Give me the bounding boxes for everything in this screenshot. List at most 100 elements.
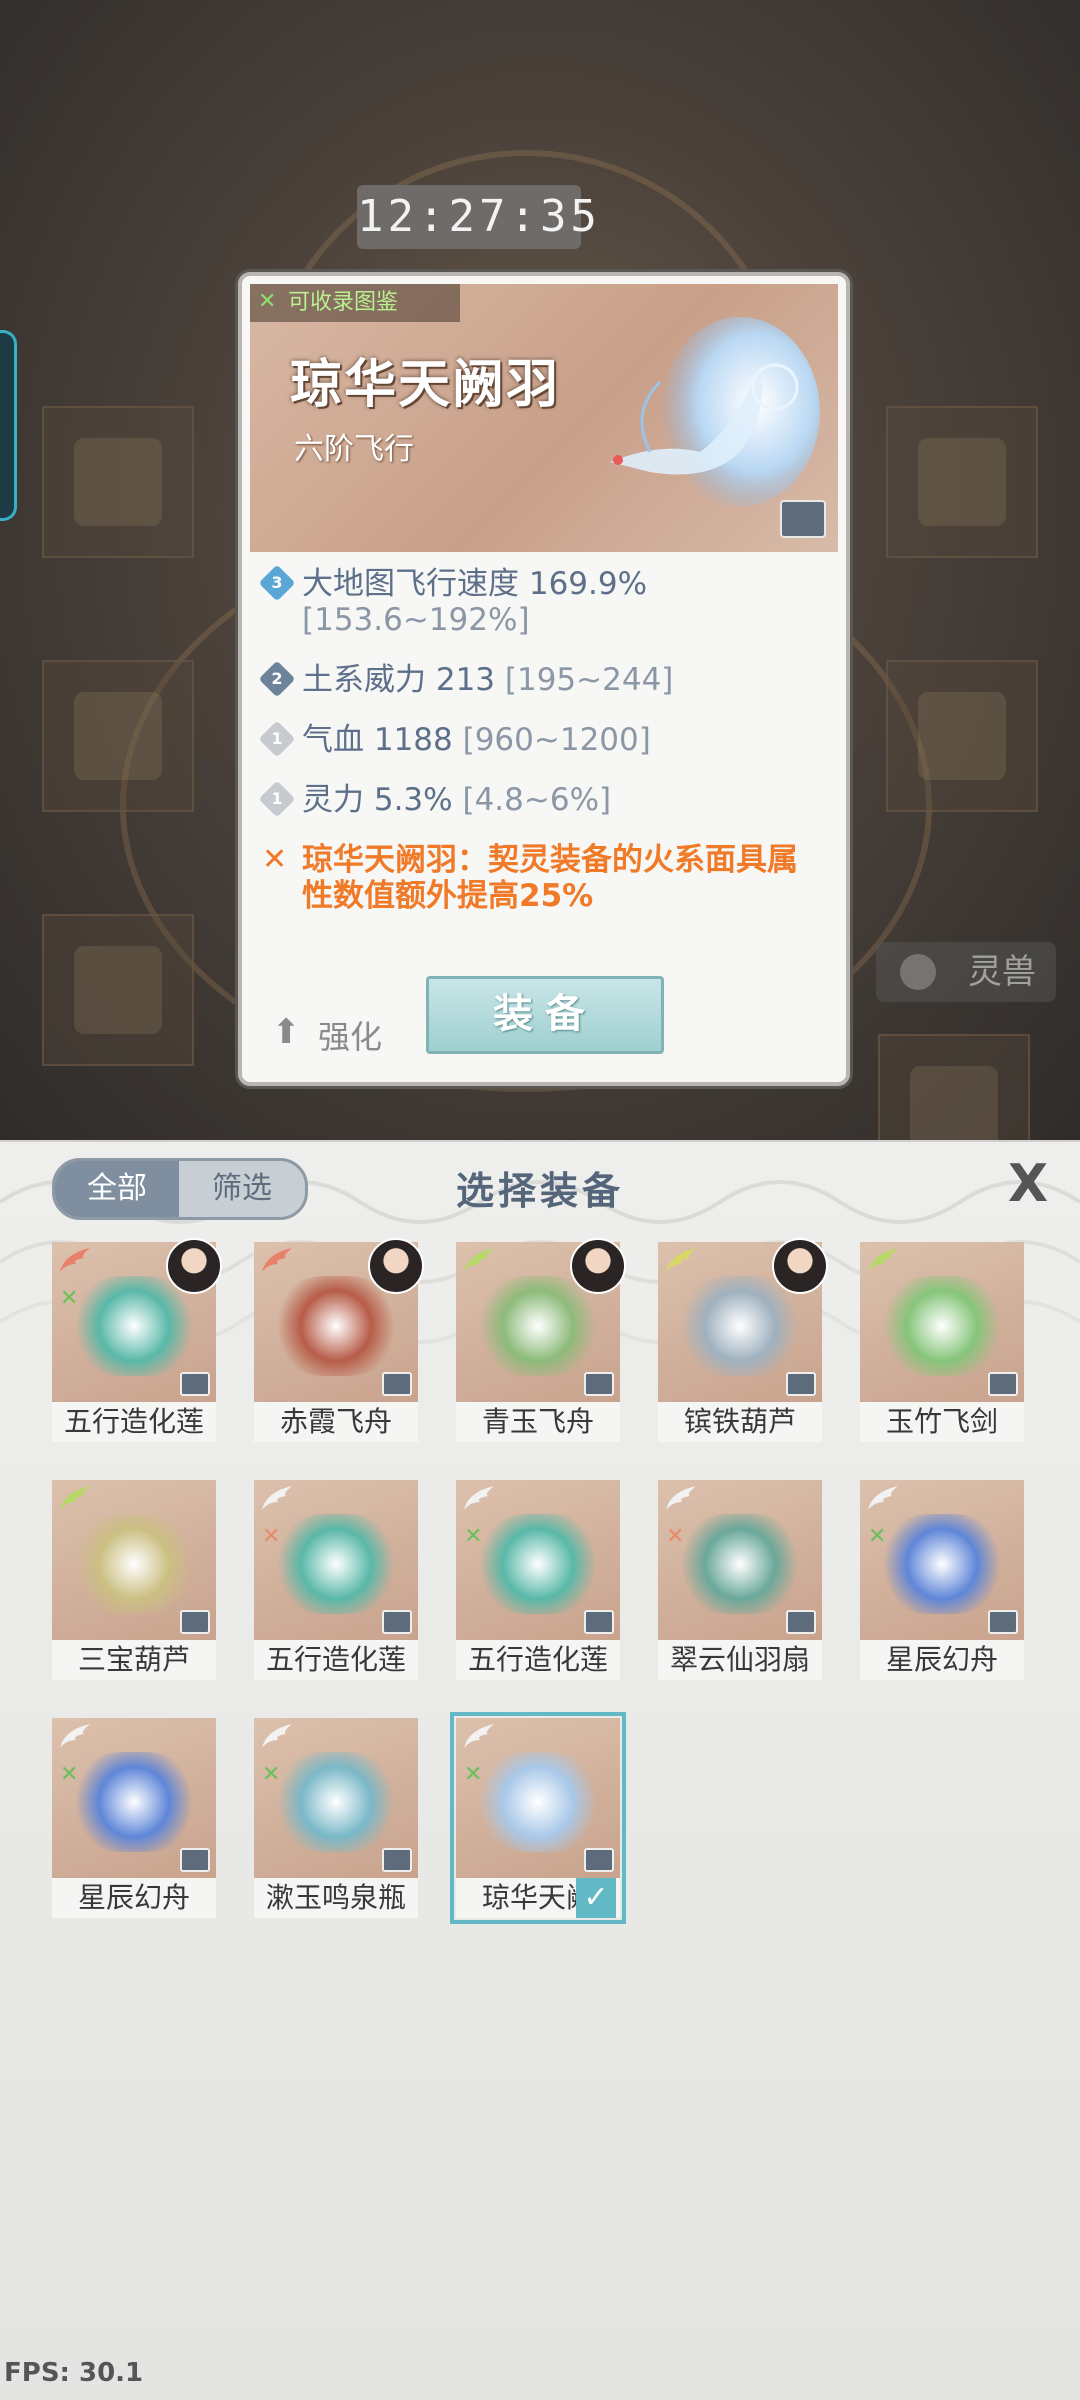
equipment-slot[interactable]: ✕ 五行造化莲 <box>52 1238 222 1442</box>
equipment-name: 五行造化莲 <box>254 1640 418 1680</box>
equipment-slot[interactable]: 玉竹飞剑 <box>860 1242 1024 1442</box>
character-avatar <box>772 1238 828 1294</box>
collect-mark-icon: ✕ <box>60 1762 79 1787</box>
wing-quality-icon <box>262 1724 292 1748</box>
equipment-name: 三宝葫芦 <box>52 1640 216 1680</box>
storage-chest-icon <box>180 1848 210 1872</box>
wing-quality-icon <box>262 1486 292 1510</box>
collect-mark-icon: ✕ <box>262 1762 281 1787</box>
equipment-slot[interactable]: ✕ 五行造化莲 <box>254 1480 418 1680</box>
side-tab[interactable] <box>0 330 17 521</box>
equipment-item-icon <box>276 1514 396 1614</box>
phoenix-feather-icon <box>610 317 820 507</box>
equipment-slot[interactable]: 镔铁葫芦 <box>658 1238 828 1442</box>
collect-mark-icon: ✕ <box>262 1524 281 1549</box>
collectible-tag: ✕ 可收录图鉴 <box>250 284 460 322</box>
equipment-slot[interactable]: ✕ 翠云仙羽扇 <box>658 1480 822 1680</box>
storage-chest-icon <box>180 1610 210 1634</box>
equipment-name: 镔铁葫芦 <box>658 1402 822 1442</box>
wing-quality-icon <box>868 1486 898 1510</box>
equipment-slot[interactable]: ✕ 五行造化莲 <box>456 1480 620 1680</box>
equipment-slot[interactable]: 赤霞飞舟 <box>254 1238 424 1442</box>
equipment-name: 玉竹飞剑 <box>860 1402 1024 1442</box>
storage-chest-icon <box>786 1372 816 1396</box>
equipment-item-icon <box>882 1514 1002 1614</box>
equipment-select-panel: 全部 筛选 选择装备 X ✕ 五行造化莲 赤霞飞舟 青玉飞舟 镔铁葫芦 玉竹飞剑 三宝葫芦 ✕… <box>0 1140 1080 2400</box>
equipment-slot[interactable]: 三宝葫芦 <box>52 1480 216 1680</box>
fps-counter: FPS: 30.1 <box>4 2358 144 2388</box>
equipment-slot[interactable]: ✕ 星辰幻舟 <box>860 1480 1024 1680</box>
character-avatar <box>368 1238 424 1294</box>
equipment-name: 漱玉鸣泉瓶 <box>254 1878 418 1918</box>
background-equip-slot <box>886 660 1038 812</box>
equipment-art: ✕ <box>456 1718 620 1878</box>
equip-button[interactable]: 装备 <box>426 976 664 1054</box>
paw-icon <box>900 954 936 990</box>
equipment-slot[interactable]: ✕ 星辰幻舟 <box>52 1718 216 1918</box>
equipment-name: 五行造化莲 <box>456 1640 620 1680</box>
background-equip-slot <box>42 660 194 812</box>
collect-mark-icon: ✕ <box>60 1286 79 1311</box>
wing-quality-icon <box>464 1724 494 1748</box>
stat-level-badge: 2 <box>258 660 296 698</box>
check-icon: ✓ <box>576 1878 616 1918</box>
wing-quality-icon <box>60 1486 90 1510</box>
equipment-art: ✕ <box>456 1480 620 1640</box>
collect-mark-icon: ✕ <box>464 1524 483 1549</box>
background-equip-slot <box>42 914 194 1066</box>
equipment-item-icon <box>478 1276 598 1376</box>
equipment-item-icon <box>680 1276 800 1376</box>
equipment-item-icon <box>74 1752 194 1852</box>
stat-level-badge: 3 <box>258 564 296 602</box>
equipment-slot[interactable]: ✕ 漱玉鸣泉瓶 <box>254 1718 418 1918</box>
wing-quality-icon <box>666 1248 696 1272</box>
background-equip-slot <box>42 406 194 558</box>
close-button[interactable]: X <box>1002 1158 1054 1210</box>
item-detail-card: ✕ 可收录图鉴 琼华天阙羽 六阶飞行 3 大地图飞行速度 169.9% [153… <box>238 272 850 1086</box>
storage-chest-icon[interactable] <box>780 500 826 538</box>
equipment-item-icon <box>74 1514 194 1614</box>
equipment-art <box>52 1480 216 1640</box>
background-equip-slot <box>886 406 1038 558</box>
equipment-name: 星辰幻舟 <box>52 1878 216 1918</box>
equipment-slot[interactable]: 青玉飞舟 <box>456 1238 626 1442</box>
equipment-art: ✕ <box>658 1480 822 1640</box>
storage-chest-icon <box>180 1372 210 1396</box>
wing-quality-icon <box>60 1248 90 1272</box>
wing-quality-icon <box>868 1248 898 1272</box>
equipment-art: ✕ <box>254 1480 418 1640</box>
stat-row: 1 气血 1188 [960~1200] <box>258 720 822 758</box>
item-type: 六阶飞行 <box>294 432 414 467</box>
equipment-item-icon <box>478 1752 598 1852</box>
stat-list: 3 大地图飞行速度 169.9% [153.6~192%] 2 土系威力 213… <box>258 564 822 938</box>
equipment-name: 星辰幻舟 <box>860 1640 1024 1680</box>
storage-chest-icon <box>988 1610 1018 1634</box>
upgrade-arrow-icon: ⬆ <box>272 1012 301 1052</box>
equipment-name: 五行造化莲 <box>52 1402 216 1442</box>
wing-quality-icon <box>666 1486 696 1510</box>
special-effect: ✕ 琼华天阙羽：契灵装备的火系面具属性数值额外提高25% <box>262 842 798 914</box>
storage-chest-icon <box>382 1848 412 1872</box>
storage-chest-icon <box>382 1372 412 1396</box>
storage-chest-icon <box>988 1372 1018 1396</box>
equipment-art: ✕ <box>254 1718 418 1878</box>
character-avatar <box>570 1238 626 1294</box>
clock-display: 12:27:35 <box>357 185 597 249</box>
storage-chest-icon <box>786 1610 816 1634</box>
item-name: 琼华天阙羽 <box>290 354 561 415</box>
collect-icon: ✕ <box>258 289 277 314</box>
equipment-name: 青玉飞舟 <box>456 1402 620 1442</box>
collect-mark-icon: ✕ <box>868 1524 887 1549</box>
equipment-name: 翠云仙羽扇 <box>658 1640 822 1680</box>
equipment-art: ✕ <box>860 1480 1024 1640</box>
equipment-art: ✕ <box>52 1718 216 1878</box>
storage-chest-icon <box>584 1372 614 1396</box>
wing-quality-icon <box>60 1724 90 1748</box>
wing-quality-icon <box>262 1248 292 1272</box>
item-header: ✕ 可收录图鉴 琼华天阙羽 六阶飞行 <box>250 284 838 552</box>
stat-level-badge: 1 <box>258 720 296 758</box>
equipment-item-icon <box>478 1514 598 1614</box>
enhance-button[interactable]: ⬆ 强化 <box>272 1012 382 1058</box>
spirit-beast-button[interactable]: 灵兽 <box>876 942 1056 1002</box>
equipment-slot[interactable]: ✕ 琼华天阙 ✓ <box>450 1712 626 1924</box>
